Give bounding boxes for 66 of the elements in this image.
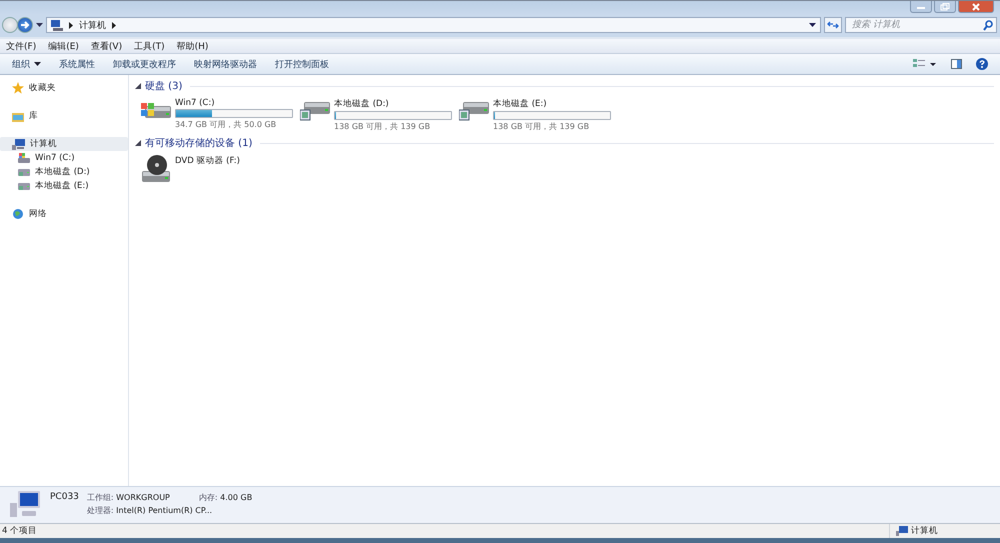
menu-item[interactable]: 编辑(E)	[48, 40, 79, 52]
detail-field: 工作组: WORKGROUP	[86, 492, 199, 503]
computer-icon	[12, 138, 25, 150]
search-icon[interactable]	[983, 20, 993, 31]
restore-icon	[940, 2, 950, 10]
drive-name[interactable]: 本地磁盘 (E:)	[493, 97, 611, 110]
folder-icon	[12, 110, 24, 122]
detail-field: 处理器: Intel(R) Pentium(R) CP...	[86, 505, 252, 516]
toolbar-button[interactable]: 组织	[6, 56, 47, 72]
breadcrumb[interactable]: 计算机	[79, 18, 106, 32]
dvd-drive-icon[interactable]	[141, 154, 171, 184]
computer-icon	[10, 489, 42, 519]
search-field[interactable]: 搜索 计算机	[845, 17, 997, 33]
detail-field: 内存: 4.00 GB	[198, 492, 252, 503]
chevron-icon[interactable]	[111, 22, 117, 28]
toolbar-button[interactable]: 系统属性	[53, 56, 101, 72]
star-icon	[12, 82, 24, 94]
chevron-icon[interactable]	[68, 22, 74, 28]
help-icon	[976, 58, 988, 70]
drive-capacity: 138 GB 可用，共 139 GB	[493, 121, 590, 132]
drive-name[interactable]: 本地磁盘 (D:)	[334, 97, 452, 110]
drive-icon	[18, 152, 30, 164]
toolbar-button[interactable]: 映射网络驱动器	[188, 56, 263, 72]
computer-icon	[896, 526, 908, 536]
menu-item[interactable]: 查看(V)	[90, 40, 122, 52]
pane-icon	[951, 59, 962, 69]
drive-name[interactable]: Win7 (C:)	[175, 97, 293, 108]
menu-item[interactable]: 文件(F)	[6, 40, 36, 52]
caret-icon	[34, 62, 41, 66]
sidebar-item[interactable]: Win7 (C:)	[0, 151, 128, 165]
group-header[interactable]: 硬盘 (3)	[135, 79, 994, 93]
computer-name: PC033	[50, 492, 79, 502]
sidebar-item[interactable]: 本地磁盘 (E:)	[0, 179, 128, 193]
location-label: 计算机	[911, 525, 938, 537]
arrow-icon	[20, 20, 30, 30]
forward-button[interactable]	[17, 17, 33, 33]
collapse-icon[interactable]	[135, 83, 141, 89]
toolbar-button[interactable]: 打开控制面板	[269, 56, 335, 72]
view-list-icon	[913, 58, 937, 70]
toolbar-button[interactable]: 卸载或更改程序	[107, 56, 182, 72]
drive-icon	[18, 182, 30, 190]
computer-icon	[51, 20, 63, 30]
collapse-icon[interactable]	[135, 140, 141, 146]
globe-icon	[12, 208, 24, 220]
refresh-button[interactable]	[824, 17, 842, 33]
sidebar-item[interactable]: 网络	[0, 207, 128, 221]
drive-capacity: 138 GB 可用，共 139 GB	[334, 121, 432, 132]
drive-icon	[18, 168, 30, 176]
drive-name[interactable]: DVD 驱动器 (F:)	[175, 154, 240, 167]
minimize-button[interactable]	[910, 1, 932, 13]
item-count: 4 个项目	[2, 525, 38, 537]
restore-button[interactable]	[934, 1, 956, 13]
close-button[interactable]	[958, 1, 994, 13]
drive-capacity: 34.7 GB 可用，共 50.0 GB	[175, 119, 278, 130]
dropdown-icon[interactable]	[36, 22, 43, 28]
refresh-icon	[827, 20, 839, 30]
menu-item[interactable]: 工具(T)	[134, 40, 165, 52]
sidebar-item[interactable]: 库	[0, 109, 128, 123]
dropdown-icon[interactable]	[809, 22, 816, 28]
address-bar[interactable]: 计算机	[46, 17, 821, 33]
sidebar-item[interactable]: 收藏夹	[0, 81, 128, 95]
group-header[interactable]: 有可移动存储的设备 (1)	[135, 136, 994, 150]
close-icon	[971, 2, 981, 10]
sidebar-item[interactable]: 本地磁盘 (D:)	[0, 165, 128, 179]
sidebar-item[interactable]: 计算机	[0, 137, 128, 151]
menu-item[interactable]: 帮助(H)	[176, 40, 208, 52]
